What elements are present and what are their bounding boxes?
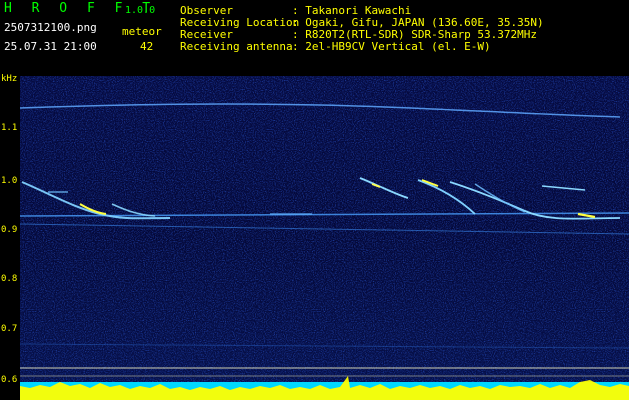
- y-tick: 0.7: [1, 324, 18, 334]
- antenna-value: : 2el-HB9CV Vertical (el. E-W): [292, 40, 491, 53]
- y-tick: 0.6: [1, 375, 18, 385]
- y-axis: kHz 1.1 1.0 0.9 0.8 0.7 0.6: [0, 62, 20, 400]
- filename-label: 2507312100.png: [4, 21, 97, 34]
- y-tick: 0.9: [1, 225, 18, 235]
- datetime-label: 25.07.31 21:00: [4, 40, 97, 53]
- y-tick: 0.8: [1, 274, 18, 284]
- y-tick: 1.0: [1, 176, 18, 186]
- meteor-count: 42: [140, 40, 154, 53]
- y-tick: 1.1: [1, 123, 18, 133]
- y-axis-unit: kHz: [1, 74, 18, 84]
- antenna-label: Receiving antenna: [180, 40, 293, 53]
- header-panel: H R O F F T 1.0.0 2507312100.png meteor …: [0, 0, 629, 62]
- app-version: 1.0.0: [125, 5, 156, 16]
- meteor-label: meteor: [122, 25, 162, 38]
- spectrogram-panel: [20, 76, 629, 400]
- noise-texture: [20, 76, 629, 400]
- spectrogram-canvas: [20, 76, 629, 400]
